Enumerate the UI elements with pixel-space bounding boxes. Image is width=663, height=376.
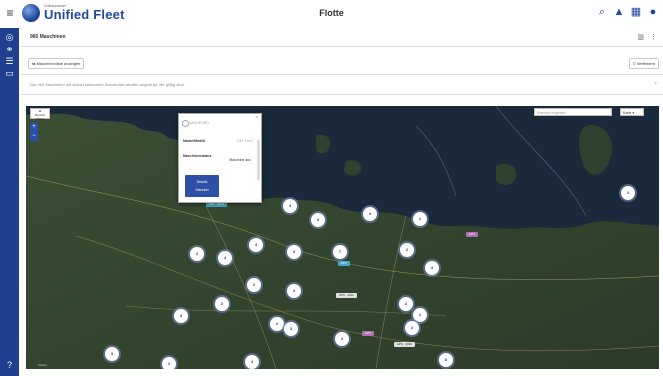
map-cluster[interactable]: 4 (218, 251, 232, 265)
zoom-control[interactable]: + − (30, 123, 38, 141)
more-options-icon[interactable]: ⋮ (650, 33, 657, 41)
main-content: 965 Maschinen ▥ ⋮ ⇆ Maschinenliste anzei… (20, 28, 663, 376)
map-cluster[interactable]: 4 (249, 238, 263, 252)
show-machinelist-button[interactable]: ⇆ Maschinenliste anzeigen (28, 58, 85, 69)
map-cluster[interactable]: 2 (247, 278, 261, 292)
brand-model-row: Marke/Modell CAT 3 hl/1 (183, 139, 257, 143)
machine-status-value: Maschine aus (229, 158, 251, 162)
area-select-button[interactable]: ⊞ Bereich wählen (30, 108, 50, 121)
divider (20, 94, 663, 95)
map-search-input[interactable]: Standort eingeben (534, 108, 612, 116)
close-icon[interactable]: × (654, 81, 657, 87)
details-button[interactable]: Details Standort (185, 175, 219, 197)
help-icon[interactable]: ? (3, 360, 16, 371)
location-pin-icon (182, 120, 189, 127)
machine-tag[interactable]: AP2 (338, 261, 350, 266)
map-cluster[interactable]: 2 (413, 212, 427, 226)
machine-status-row: Maschinenstatus Maschine aus (183, 154, 257, 162)
machines-count-title: 965 Maschinen (30, 34, 66, 40)
map-cluster[interactable]: 2 (162, 357, 176, 369)
side-navigation: ◎ ⚭ ☰ ▭ ? (0, 28, 19, 376)
filter-button[interactable]: ▽ Verfeinern (628, 58, 659, 69)
content-header-icons: ▥ ⋮ (637, 33, 657, 41)
map-attribution: Karten (38, 363, 47, 367)
map-cluster[interactable]: 2 (215, 297, 229, 311)
map-cluster[interactable]: 2 (405, 321, 419, 335)
map-background (26, 106, 659, 369)
alert-icon[interactable]: ▲ (613, 6, 625, 18)
info-message: Nur 965 Maschinen mit zuletzt bekannten … (30, 82, 185, 87)
map-cluster[interactable]: 3 (311, 213, 325, 227)
map-cluster[interactable]: 2 (400, 243, 414, 257)
grid-icon[interactable]: ▦ (630, 6, 642, 18)
map-cluster[interactable]: 3 (425, 261, 439, 275)
card-icon[interactable]: ▭ (3, 68, 16, 79)
machine-tag[interactable]: AP6 · 3320 (394, 342, 416, 347)
zoom-out-button[interactable]: − (30, 132, 38, 141)
popup-location: NACHFORD (189, 121, 209, 125)
map-cluster[interactable]: 3 (105, 347, 119, 361)
map-cluster[interactable]: 4 (335, 332, 349, 346)
map-cluster[interactable]: 4 (287, 284, 301, 298)
compass-icon[interactable]: ◎ (3, 32, 16, 43)
header-icons: ⌕ ▲ ▦ ● (596, 6, 659, 18)
columns-icon[interactable]: ▥ (637, 33, 644, 41)
map-cluster[interactable]: 2 (190, 247, 204, 261)
location-label: Standort (195, 188, 209, 192)
brand-model-value: CAT 3 hl/1 (236, 139, 253, 143)
popup-scrollbar[interactable] (257, 140, 260, 180)
link-icon[interactable]: ⚭ (3, 44, 16, 55)
close-icon[interactable]: × (255, 115, 258, 121)
map-cluster[interactable]: 3 (284, 322, 298, 336)
map-cluster[interactable]: 3 (287, 245, 301, 259)
map-cluster[interactable]: 4 (399, 297, 413, 311)
map-cluster[interactable]: 4 (245, 355, 259, 369)
machine-tag[interactable]: AP3 · 4211 (336, 293, 357, 298)
user-icon[interactable]: ● (647, 6, 659, 18)
machine-info-popup: × NACHFORD Marke/Modell CAT 3 hl/1 Masch… (178, 113, 262, 203)
map-cluster[interactable]: 3 (174, 309, 188, 323)
divider (20, 46, 663, 47)
list-icon[interactable]: ☰ (3, 56, 16, 67)
divider (20, 74, 663, 75)
page-title: Flotte (319, 8, 344, 18)
map-cluster[interactable]: 2 (270, 317, 284, 331)
machine-tag[interactable]: AP4 (466, 232, 478, 237)
map-cluster[interactable]: 4 (283, 199, 297, 213)
fleet-map[interactable]: ⊞ Bereich wählen Standort eingeben Karte … (26, 106, 659, 369)
machine-tag[interactable]: AP5 (362, 331, 374, 336)
map-cluster[interactable]: 4 (363, 207, 377, 221)
map-cluster[interactable]: 3 (621, 186, 635, 200)
map-cluster[interactable]: 2 (413, 308, 427, 322)
details-label: Details (196, 180, 208, 184)
brand-model-label: Marke/Modell (183, 139, 206, 143)
map-cluster[interactable]: 8 (439, 353, 453, 367)
map-type-select[interactable]: Karte ▾ (620, 108, 644, 116)
zoom-in-button[interactable]: + (30, 123, 38, 132)
top-bar: ≡ Volkswasser Unified Fleet Flotte ⌕ ▲ ▦… (0, 0, 663, 29)
map-cluster[interactable]: 7 (333, 245, 347, 259)
search-icon[interactable]: ⌕ (596, 6, 608, 18)
